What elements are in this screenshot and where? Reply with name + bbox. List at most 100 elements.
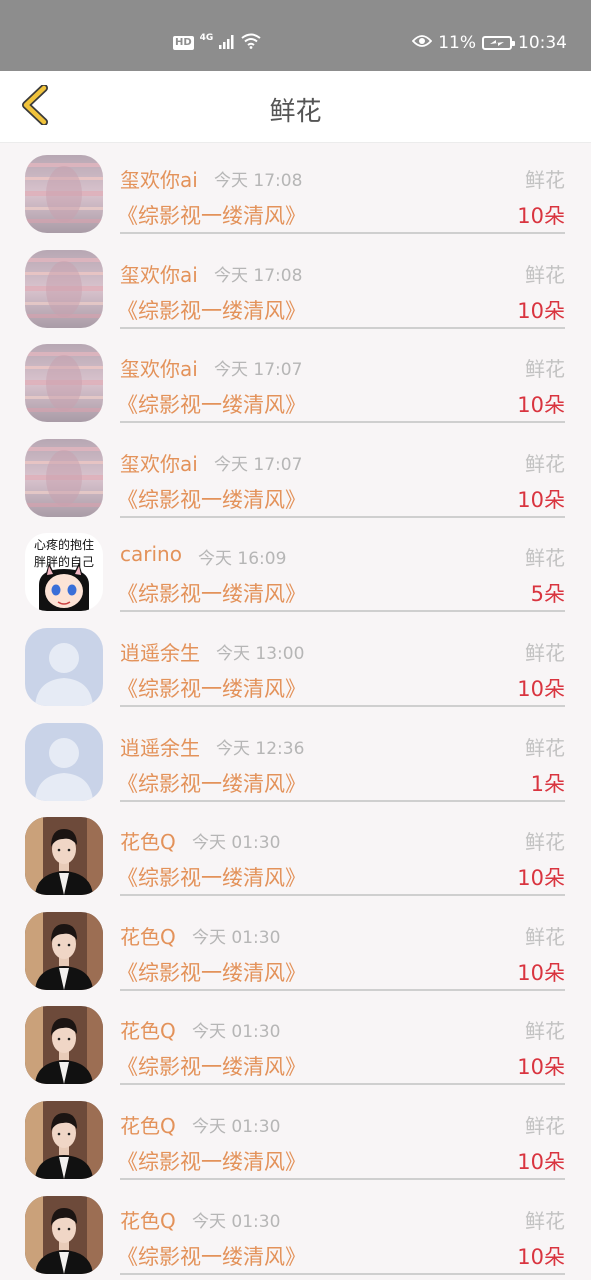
book-title[interactable]: 《综影视一缕清风》 (117, 957, 306, 987)
page-title: 鲜花 (269, 97, 322, 127)
list-item[interactable]: 花色Q 今天 01:30 鲜花 《综影视一缕清风》 10朵 (0, 806, 591, 901)
user-name[interactable]: 玺欢你ai (120, 353, 198, 382)
user-name[interactable]: 玺欢你ai (120, 164, 198, 193)
list-item[interactable]: 心疼的抱住胖胖的自己 carino 今天 16:09 鲜花《综影视一缕清风》 5朵 (0, 522, 591, 617)
divider (120, 1272, 565, 1275)
list-item[interactable]: 花色Q 今天 01:30 鲜花《综影视一缕清风》 10朵 (0, 995, 591, 1090)
book-title[interactable]: 《综影视一缕清风》 (117, 862, 306, 892)
list-item[interactable]: 玺欢你ai 今天 17:08 鲜花 《综影视一缕清风》 10朵 (0, 239, 591, 334)
gift-time: 今天 17:08 (214, 171, 303, 191)
user-name[interactable]: 逍遥余生 (120, 637, 200, 666)
list-item[interactable]: 逍遥余生 今天 12:36 鲜花 《综影视一缕清风》 1朵 (0, 712, 591, 807)
book-title[interactable]: 《综影视一缕清风》 (117, 295, 306, 325)
flower-count: 10朵 (517, 960, 565, 985)
clock: 10:34 (518, 33, 567, 53)
signal-icon (219, 34, 235, 53)
network-type-label: 4G (199, 33, 214, 43)
flower-count: 10朵 (517, 1244, 565, 1269)
book-title[interactable]: 《综影视一缕清风》 (117, 389, 306, 419)
status-bar: HD 4G 11% 10:34 (0, 0, 591, 71)
avatar[interactable] (25, 438, 103, 517)
avatar[interactable]: 心疼的抱住胖胖的自己 (25, 533, 103, 612)
gift-type: 鲜花 (525, 357, 565, 382)
avatar[interactable] (25, 155, 103, 233)
user-name[interactable]: carino (120, 542, 182, 566)
user-name[interactable]: 花色Q (120, 1110, 176, 1139)
flower-count: 10朵 (517, 487, 565, 512)
gift-time: 今天 01:30 (192, 1022, 281, 1043)
avatar[interactable] (25, 1195, 103, 1274)
avatar[interactable] (25, 344, 103, 423)
avatar-text-line1: 心疼的抱住 (34, 537, 94, 552)
list-item[interactable]: 玺欢你ai 今天 17:07 鲜花《综影视一缕清风》 10朵 (0, 428, 591, 523)
avatar[interactable] (25, 817, 103, 896)
avatar[interactable] (25, 1100, 103, 1179)
divider (120, 1083, 565, 1086)
user-name[interactable]: 玺欢你ai (120, 448, 198, 477)
book-title[interactable]: 《综影视一缕清风》 (117, 484, 306, 514)
book-title[interactable]: 《综影视一缕清风》 (117, 1146, 306, 1176)
book-title[interactable]: 《综影视一缕清风》 (117, 578, 306, 608)
gift-time: 今天 01:30 (192, 833, 281, 854)
book-title[interactable]: 《综影视一缕清风》 (117, 1051, 306, 1081)
user-name[interactable]: 花色Q (120, 826, 176, 855)
list-item[interactable]: 花色Q 今天 01:30 鲜花 《综影视一缕清风》 10朵 (0, 1090, 591, 1185)
gift-time: 今天 13:00 (216, 643, 305, 664)
avatar-text-line2: 胖胖的自己 (34, 554, 94, 569)
hd-icon: HD (173, 36, 194, 50)
flower-count: 5朵 (530, 582, 565, 607)
user-name[interactable]: 花色Q (120, 1015, 176, 1044)
gift-time: 今天 17:07 (214, 360, 303, 381)
flower-count: 10朵 (517, 393, 565, 418)
avatar[interactable] (25, 911, 103, 990)
avatar[interactable] (25, 627, 103, 706)
divider (120, 610, 565, 613)
list-item[interactable]: 玺欢你ai 今天 17:07 鲜花《综影视一缕清风》 10朵 (0, 333, 591, 428)
divider (120, 988, 565, 991)
book-title[interactable]: 《综影视一缕清风》 (117, 673, 306, 703)
avatar[interactable] (25, 249, 103, 328)
divider (120, 421, 565, 424)
divider (120, 799, 565, 802)
gift-type: 鲜花 (525, 924, 565, 949)
user-name[interactable]: 逍遥余生 (120, 732, 200, 761)
flower-count: 10朵 (517, 1149, 565, 1174)
avatar[interactable] (25, 1006, 103, 1085)
divider (120, 515, 565, 518)
divider (120, 704, 565, 707)
book-title[interactable]: 《综影视一缕清风》 (117, 768, 306, 798)
gift-time: 今天 16:09 (198, 549, 287, 570)
gift-time: 今天 01:30 (192, 927, 281, 948)
gift-type: 鲜花 (525, 1019, 565, 1044)
battery-charging-icon (482, 36, 515, 50)
gift-type: 鲜花 (525, 262, 565, 287)
gift-time: 今天 01:30 (192, 1211, 281, 1232)
gift-type: 鲜花 (525, 1208, 565, 1233)
list-item[interactable]: 玺欢你ai 今天 17:08 鲜花 《综影视一缕清风》 10朵 (0, 144, 591, 239)
book-title[interactable]: 《综影视一缕清风》 (117, 200, 306, 230)
gift-type: 鲜花 (525, 735, 565, 760)
gift-type: 鲜花 (525, 640, 565, 665)
flower-count: 10朵 (517, 1055, 565, 1080)
divider (120, 232, 565, 234)
divider (120, 326, 565, 329)
list-item[interactable]: 花色Q 今天 01:30 鲜花《综影视一缕清风》 10朵 (0, 901, 591, 996)
gift-type: 鲜花 (525, 451, 565, 476)
flower-count: 10朵 (517, 866, 565, 891)
list-item[interactable]: 逍遥余生 今天 13:00 鲜花 《综影视一缕清风》 10朵 (0, 617, 591, 712)
gift-time: 今天 17:07 (214, 454, 303, 475)
gift-time: 今天 01:30 (192, 1116, 281, 1137)
flower-count: 10朵 (517, 204, 565, 228)
user-name[interactable]: 花色Q (120, 921, 176, 950)
book-title[interactable]: 《综影视一缕清风》 (117, 1241, 306, 1271)
gift-type: 鲜花 (525, 546, 565, 571)
nav-bar: 鲜花 (0, 71, 591, 143)
status-right: 11% 10:34 (411, 30, 567, 56)
user-name[interactable]: 玺欢你ai (120, 259, 198, 288)
wifi-icon (241, 33, 261, 53)
user-name[interactable]: 花色Q (120, 1205, 176, 1234)
list-item[interactable]: 花色Q 今天 01:30 鲜花《综影视一缕清风》 10朵 (0, 1185, 591, 1280)
gift-time: 今天 17:08 (214, 265, 303, 286)
flower-record-list: 玺欢你ai 今天 17:08 鲜花 《综影视一缕清风》 10朵 玺欢你ai 今天 17:08… (0, 144, 591, 1279)
avatar[interactable] (25, 722, 103, 801)
